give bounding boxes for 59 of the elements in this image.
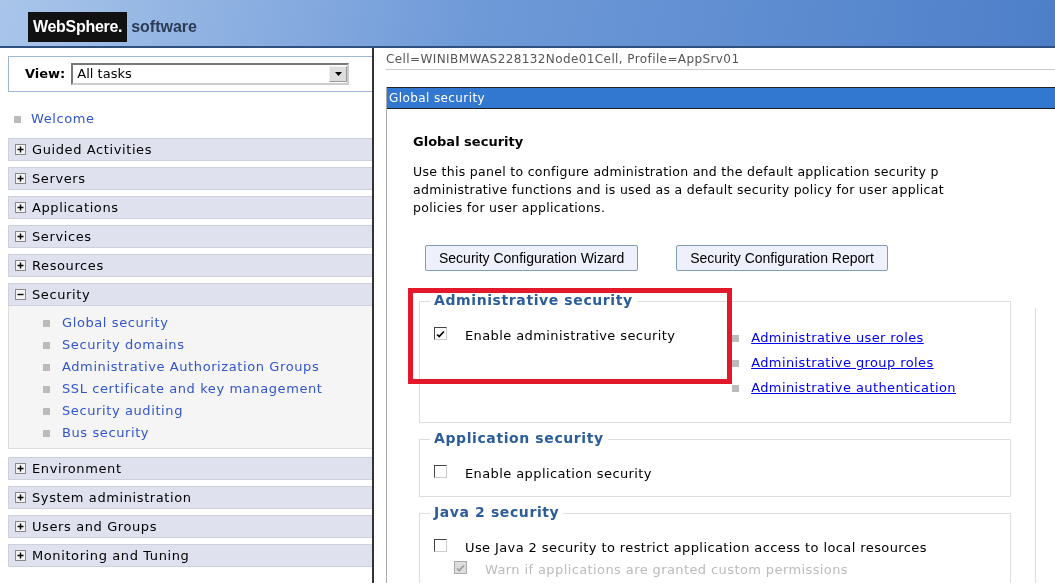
nav-group-header[interactable]: Services <box>8 225 372 248</box>
expand-icon[interactable] <box>15 202 26 213</box>
expand-icon[interactable] <box>15 550 26 561</box>
nav-group-header[interactable]: Resources <box>8 254 372 277</box>
bullet-icon <box>732 384 740 392</box>
expand-icon[interactable] <box>15 521 26 532</box>
option-label: Warn if applications are granted custom permissions <box>485 560 849 579</box>
view-label: View: <box>25 65 66 84</box>
view-select[interactable]: All tasks <box>71 63 350 85</box>
bullet-icon <box>43 407 50 415</box>
nav-group-header[interactable]: Applications <box>8 196 372 219</box>
settings-link[interactable]: Administrative authentication <box>751 378 956 398</box>
nav-group-header[interactable]: Security <box>8 283 372 306</box>
dropdown-arrow-icon <box>334 72 342 76</box>
nav-link[interactable]: Welcome <box>31 109 95 129</box>
section-title: Java 2 security <box>430 503 564 520</box>
action-button[interactable]: Security Configuration Wizard <box>425 244 639 271</box>
bullet-icon <box>43 429 50 437</box>
settings-link[interactable]: Administrative user roles <box>751 328 924 348</box>
page-heading: Global security <box>413 134 525 150</box>
section-title: Application security <box>430 429 608 446</box>
checkbox[interactable] <box>434 464 447 478</box>
breadcrumb-text: Cell=WINIBMWAS228132Node01Cell, Profile=AppSrv01 <box>386 50 1055 70</box>
bullet-icon <box>43 385 50 393</box>
nav-link[interactable]: Security auditing <box>62 401 183 421</box>
bullet-icon <box>43 341 50 349</box>
checkbox[interactable] <box>434 538 447 552</box>
nav-group-header[interactable]: Monitoring and Tuning <box>8 544 372 567</box>
expand-icon[interactable] <box>15 260 26 271</box>
nav-link[interactable]: Administrative Authorization Groups <box>62 357 320 377</box>
expand-icon[interactable] <box>15 492 26 503</box>
expand-icon[interactable] <box>15 463 26 474</box>
bullet-icon <box>732 334 740 342</box>
expand-icon[interactable] <box>15 173 26 184</box>
expand-icon[interactable] <box>15 144 26 155</box>
settings-link[interactable]: Administrative group roles <box>751 353 934 373</box>
panel-title-bar: Global security <box>387 87 1055 109</box>
option-label: Use Java 2 security to restrict application access to local resources <box>465 538 927 557</box>
nav-group-header[interactable]: Users and Groups <box>8 515 372 538</box>
nav-link[interactable]: Bus security <box>62 423 150 443</box>
description-text: Use this panel to configure administration and the default application security p administrative functions and is used as a default security policy for user applicat policies for user applications. <box>413 162 945 217</box>
nav-group-header[interactable]: Guided Activities <box>8 138 372 161</box>
nav-group-header[interactable]: System administration <box>8 486 372 509</box>
option-label: Enable application security <box>465 464 652 483</box>
nav-link[interactable]: SSL certificate and key management <box>62 379 323 399</box>
websphere-logo: WebSphere. software <box>28 12 197 42</box>
checkbox[interactable] <box>434 326 447 340</box>
action-button[interactable]: Security Configuration Report <box>676 244 888 271</box>
bullet-icon <box>732 359 740 367</box>
expand-icon[interactable] <box>15 231 26 242</box>
bullet-icon <box>43 319 50 327</box>
bullet-icon <box>14 115 21 123</box>
nav-link[interactable]: Global security <box>62 313 169 333</box>
option-label: Enable administrative security <box>465 326 676 345</box>
bullet-icon <box>43 363 50 371</box>
collapse-icon[interactable] <box>15 289 26 300</box>
nav-group-header[interactable]: Environment <box>8 457 372 480</box>
nav-group-header[interactable]: Servers <box>8 167 372 190</box>
nav-link[interactable]: Security domains <box>62 335 185 355</box>
